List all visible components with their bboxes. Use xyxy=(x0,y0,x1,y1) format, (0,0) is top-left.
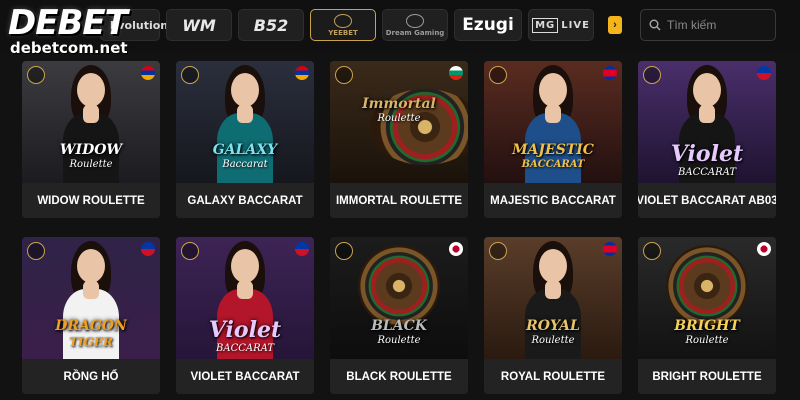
game-thumbnail[interactable]: GALAXY Baccarat xyxy=(176,61,314,183)
provider-tab-dream-gaming[interactable]: Dream Gaming xyxy=(382,9,448,41)
game-card[interactable]: Violet BACCARAT VIOLET BACCARAT AB03 xyxy=(638,61,776,218)
game-card[interactable]: DRAGON TIGER RỒNG HỔ xyxy=(22,237,160,394)
search-box[interactable] xyxy=(640,9,776,41)
provider-label: WM xyxy=(182,15,216,35)
provider-tab-wm[interactable]: WM xyxy=(166,9,232,41)
game-name[interactable]: BLACK ROULETTE xyxy=(330,359,468,394)
game-thumbnail[interactable]: BRIGHT Roulette xyxy=(638,237,776,359)
provider-seal-icon xyxy=(27,242,45,260)
provider-label: LIVE xyxy=(561,19,590,31)
game-card[interactable]: BLACK Roulette BLACK ROULETTE xyxy=(330,237,468,394)
game-logo-subtitle: BACCARAT xyxy=(678,167,736,178)
provider-seal-icon xyxy=(489,66,507,84)
game-logo-subtitle: TIGER xyxy=(69,335,113,349)
game-name[interactable]: VIOLET BACCARAT xyxy=(176,359,314,394)
search-icon xyxy=(649,19,661,31)
game-card[interactable]: ROYAL Roulette ROYAL ROULETTE xyxy=(484,237,622,394)
provider-seal-icon xyxy=(643,66,661,84)
game-card[interactable]: WIDOW Roulette WIDOW ROULETTE xyxy=(22,61,160,218)
provider-label: B52 xyxy=(253,15,289,35)
provider-tab-ezugi[interactable]: Ezugi xyxy=(454,9,522,41)
game-logo-subtitle: Baccarat xyxy=(222,159,268,170)
game-logo-subtitle: Roulette xyxy=(69,159,113,170)
game-thumbnail[interactable]: Violet BACCARAT xyxy=(176,237,314,359)
provider-tab-b52[interactable]: B52 xyxy=(238,9,304,41)
search-input[interactable] xyxy=(667,18,767,32)
logo-wordmark: DEBET xyxy=(8,3,128,43)
game-name[interactable]: RỒNG HỔ xyxy=(22,359,160,394)
provider-tab-mg-live[interactable]: MG LIVE xyxy=(528,9,594,41)
game-logo-subtitle: Roulette xyxy=(377,335,421,346)
game-thumbnail[interactable]: ROYAL Roulette xyxy=(484,237,622,359)
provider-seal-icon xyxy=(181,242,199,260)
game-thumbnail[interactable]: BLACK Roulette xyxy=(330,237,468,359)
provider-seal-icon xyxy=(335,66,353,84)
provider-seal-icon xyxy=(489,242,507,260)
game-name[interactable]: IMMORTAL ROULETTE xyxy=(330,183,468,218)
game-logo-title: WIDOW xyxy=(59,142,123,158)
game-thumbnail[interactable]: DRAGON TIGER xyxy=(22,237,160,359)
provider-seal-icon xyxy=(181,66,199,84)
game-logo-subtitle: Roulette xyxy=(531,335,575,346)
provider-tab-yeebet[interactable]: YEEBET xyxy=(310,9,376,41)
game-name[interactable]: ROYAL ROULETTE xyxy=(484,359,622,394)
game-name[interactable]: BRIGHT ROULETTE xyxy=(638,359,776,394)
provider-seal-icon xyxy=(27,66,45,84)
roulette-wheel xyxy=(666,245,748,327)
site-logo[interactable]: DEBET debetcom.net xyxy=(8,6,158,62)
flag-japan-icon xyxy=(449,242,463,256)
game-card[interactable]: MAJESTIC BACCARAT MAJESTIC BACCARAT xyxy=(484,61,622,218)
provider-seal-icon xyxy=(335,242,353,260)
flag-cambodia-icon xyxy=(603,66,617,80)
flag-philippines-icon xyxy=(295,242,309,256)
flag-bulgaria-icon xyxy=(449,66,463,80)
provider-seal-icon xyxy=(643,242,661,260)
roulette-wheel xyxy=(358,245,440,327)
game-logo-title: BLACK xyxy=(371,318,427,334)
game-logo-title: Violet xyxy=(208,317,282,343)
game-logo-title: BRIGHT xyxy=(674,318,740,334)
game-logo-title: Violet xyxy=(670,141,744,167)
chevron-right-icon: › xyxy=(613,19,617,31)
logo-site-url: debetcom.net xyxy=(10,39,128,57)
game-card[interactable]: GALAXY Baccarat GALAXY BACCARAT xyxy=(176,61,314,218)
yeebet-logo-icon xyxy=(334,13,352,28)
flag-armenia-icon xyxy=(295,66,309,80)
provider-label: Dream Gaming xyxy=(385,28,445,37)
game-logo-subtitle: Roulette xyxy=(377,113,421,124)
game-thumbnail[interactable]: Violet BACCARAT xyxy=(638,61,776,183)
game-name[interactable]: VIOLET BACCARAT AB03 xyxy=(638,183,776,218)
flag-cambodia-icon xyxy=(603,242,617,256)
provider-tabs: Evolution WM B52 YEEBET Dream Gaming Ezu… xyxy=(100,9,594,41)
game-thumbnail[interactable]: WIDOW Roulette xyxy=(22,61,160,183)
game-logo-title: DRAGON xyxy=(55,318,127,334)
provider-label-box: MG xyxy=(532,17,559,33)
dream-gaming-logo-icon xyxy=(406,13,424,28)
game-logo-subtitle: Roulette xyxy=(685,335,729,346)
next-providers-button[interactable]: › xyxy=(608,16,622,34)
game-logo-subtitle: BACCARAT xyxy=(216,343,274,354)
game-grid: WIDOW Roulette WIDOW ROULETTE GALAXY Baccara… xyxy=(22,61,778,400)
game-logo-title: ROYAL xyxy=(526,318,580,334)
flag-armenia-icon xyxy=(141,66,155,80)
game-thumbnail[interactable]: MAJESTIC BACCARAT xyxy=(484,61,622,183)
flag-japan-icon xyxy=(757,242,771,256)
flag-philippines-icon xyxy=(757,66,771,80)
game-name[interactable]: WIDOW ROULETTE xyxy=(22,183,160,218)
game-logo-title: MAJESTIC xyxy=(512,142,594,158)
flag-philippines-icon xyxy=(141,242,155,256)
game-card[interactable]: BRIGHT Roulette BRIGHT ROULETTE xyxy=(638,237,776,394)
game-name[interactable]: MAJESTIC BACCARAT xyxy=(484,183,622,218)
game-logo-subtitle: BACCARAT xyxy=(521,159,585,170)
provider-label: YEEBET xyxy=(328,28,358,37)
game-logo-title: GALAXY xyxy=(212,142,278,158)
game-logo-title: Immortal xyxy=(362,96,436,112)
game-card[interactable]: Violet BACCARAT VIOLET BACCARAT xyxy=(176,237,314,394)
game-name[interactable]: GALAXY BACCARAT xyxy=(176,183,314,218)
provider-label: Ezugi xyxy=(462,15,514,35)
game-card[interactable]: Immortal Roulette IMMORTAL ROULETTE xyxy=(330,61,468,218)
game-thumbnail[interactable]: Immortal Roulette xyxy=(330,61,468,183)
